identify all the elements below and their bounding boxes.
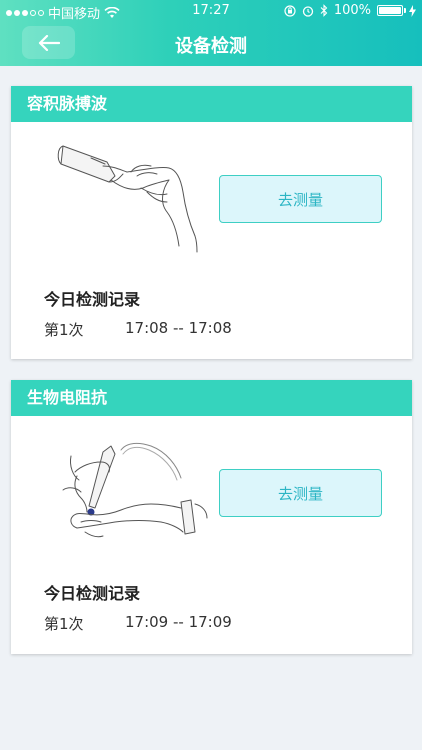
charging-bolt-icon xyxy=(409,4,416,17)
bluetooth-icon xyxy=(320,4,328,17)
card-title: 生物电阻抗 xyxy=(11,380,412,416)
today-records-title: 今日检测记录 xyxy=(44,290,141,309)
record-time: 17:08 -- 17:08 xyxy=(125,319,232,337)
record-row: 第1次 17:09 -- 17:09 xyxy=(44,613,232,634)
battery-percent: 100% xyxy=(333,3,371,18)
bioimpedance-pen-illustration xyxy=(62,442,208,538)
device-card-ppg: 容积脉搏波 去测量 今日检测记录 第1次 17:08 -- 17:08 xyxy=(11,86,412,359)
status-bar: 中国移动 17:27 100% xyxy=(0,0,422,22)
device-card-bioimpedance: 生物电阻抗 去测量 今日检测记录 第1次 17:09 -- 17:09 xyxy=(11,380,412,654)
battery-icon xyxy=(377,5,406,16)
orientation-lock-icon xyxy=(284,4,296,17)
measure-button[interactable]: 去测量 xyxy=(219,469,382,517)
record-count: 第1次 xyxy=(44,321,84,339)
record-count: 第1次 xyxy=(44,615,84,633)
alarm-icon xyxy=(302,5,313,17)
app-header: 中国移动 17:27 100% 设备检测 xyxy=(0,0,422,66)
card-title: 容积脉搏波 xyxy=(11,86,412,122)
page-title: 设备检测 xyxy=(175,36,247,57)
finger-clip-illustration xyxy=(57,145,198,253)
record-time: 17:09 -- 17:09 xyxy=(125,613,232,631)
measure-button[interactable]: 去测量 xyxy=(219,175,382,223)
record-row: 第1次 17:08 -- 17:08 xyxy=(44,319,232,340)
status-right: 100% xyxy=(284,3,416,18)
today-records-title: 今日检测记录 xyxy=(44,584,141,603)
